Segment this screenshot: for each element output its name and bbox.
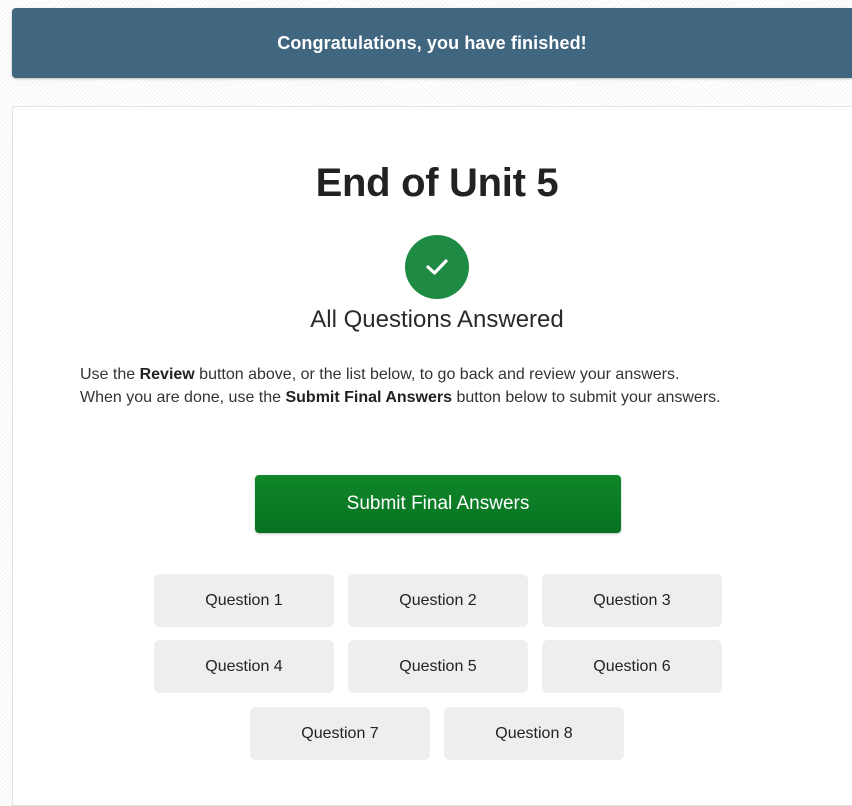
submit-final-answers-button[interactable]: Submit Final Answers [255,475,621,533]
question-7-button[interactable]: Question 7 [250,707,430,760]
completion-banner: Congratulations, you have finished! [12,8,852,78]
question-6-button[interactable]: Question 6 [542,640,722,693]
unit-summary-card: End of Unit 5 All Questions Answered Use… [12,106,852,806]
submit-keyword: Submit Final Answers [285,389,453,406]
question-2-button[interactable]: Question 2 [348,574,528,627]
question-4-button[interactable]: Question 4 [154,640,334,693]
instructions-part: Use the [80,366,140,383]
instructions-part: When you are done, use the [80,389,286,406]
page: Congratulations, you have finished! End … [0,0,852,806]
checkmark-icon [405,235,469,299]
banner-text: Congratulations, you have finished! [277,32,587,53]
question-1-button[interactable]: Question 1 [154,574,334,627]
instructions-part: button above, or the list below, to go b… [194,366,680,383]
review-keyword: Review [139,366,195,383]
question-5-button[interactable]: Question 5 [348,640,528,693]
question-3-button[interactable]: Question 3 [542,574,722,627]
instructions-part: button below to submit your answers. [452,389,721,406]
instructions-text: Use the Review button above, or the list… [80,363,790,409]
status-text: All Questions Answered [310,306,564,333]
page-title: End of Unit 5 [315,161,559,205]
question-8-button[interactable]: Question 8 [444,707,624,760]
